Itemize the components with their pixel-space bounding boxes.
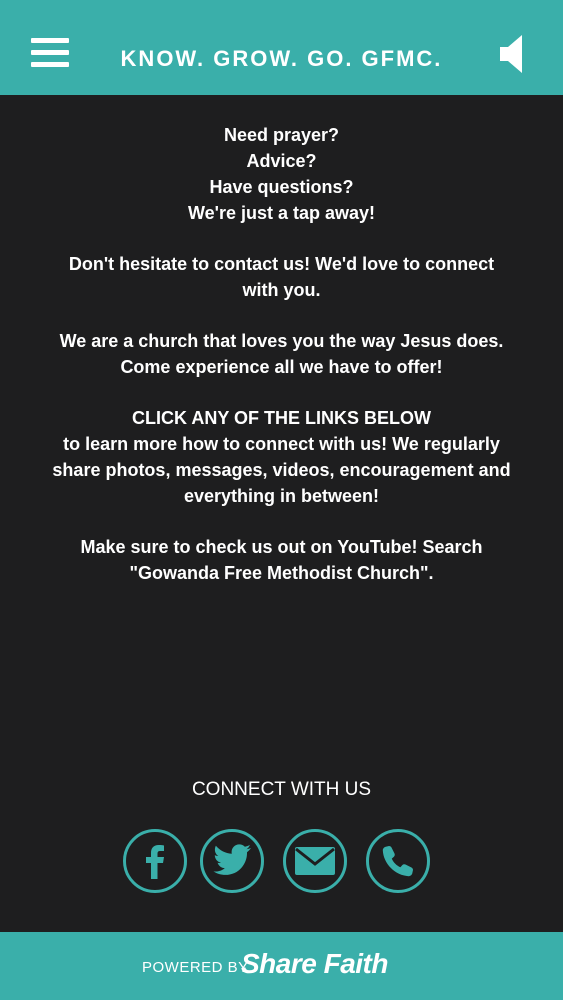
facebook-icon	[146, 845, 164, 879]
text-line: Come experience all we have to offer!	[120, 357, 443, 377]
social-links	[0, 829, 563, 899]
speaker-button[interactable]	[498, 33, 526, 75]
hamburger-icon	[31, 38, 69, 43]
info-text: Need prayer? Advice? Have questions? We'…	[20, 122, 543, 611]
app-header: KNOW. GROW. GO. GFMC.	[0, 0, 563, 95]
text-line: We're just a tap away!	[187, 203, 375, 223]
text-line: We are a church that loves you the way J…	[59, 331, 504, 351]
text-line: CLICK ANY OF THE LINKS BELOW	[132, 408, 431, 428]
connect-title: CONNECT WITH US	[191, 779, 372, 800]
twitter-icon	[213, 844, 251, 875]
text-line: share photos, messages, videos, encourag…	[52, 460, 511, 480]
header-title: KNOW. GROW. GO. GFMC.	[120, 46, 443, 71]
speaker-icon	[500, 35, 522, 73]
text-line: with you.	[242, 280, 321, 300]
text-line: Need prayer?	[223, 125, 340, 145]
paragraph: We are a church that loves you the way J…	[20, 328, 543, 380]
text-line: Have questions?	[209, 177, 354, 197]
text-line: "Gowanda Free Methodist Church".	[129, 563, 434, 583]
twitter-button[interactable]	[200, 829, 264, 893]
paragraph: Need prayer? Advice? Have questions? We'…	[20, 122, 543, 226]
email-button[interactable]	[283, 829, 347, 893]
text-line: Don't hesitate to contact us! We'd love …	[68, 254, 495, 274]
email-icon	[295, 847, 335, 875]
sharefaith-logo[interactable]: Share Faith	[241, 948, 388, 980]
footer: POWERED BY Share Faith	[0, 932, 563, 1000]
phone-button[interactable]	[366, 829, 430, 893]
text-line: everything in between!	[183, 486, 380, 506]
paragraph: Make sure to check us out on YouTube! Se…	[20, 534, 543, 586]
paragraph: Don't hesitate to contact us! We'd love …	[20, 251, 543, 303]
text-line: Advice?	[246, 151, 317, 171]
text-line: Make sure to check us out on YouTube! Se…	[80, 537, 483, 557]
paragraph: CLICK ANY OF THE LINKS BELOW to learn mo…	[20, 405, 543, 509]
text-line: to learn more how to connect with us! We…	[63, 434, 500, 454]
facebook-button[interactable]	[123, 829, 187, 893]
phone-icon	[382, 846, 413, 877]
powered-by-label: POWERED BY	[142, 959, 249, 976]
